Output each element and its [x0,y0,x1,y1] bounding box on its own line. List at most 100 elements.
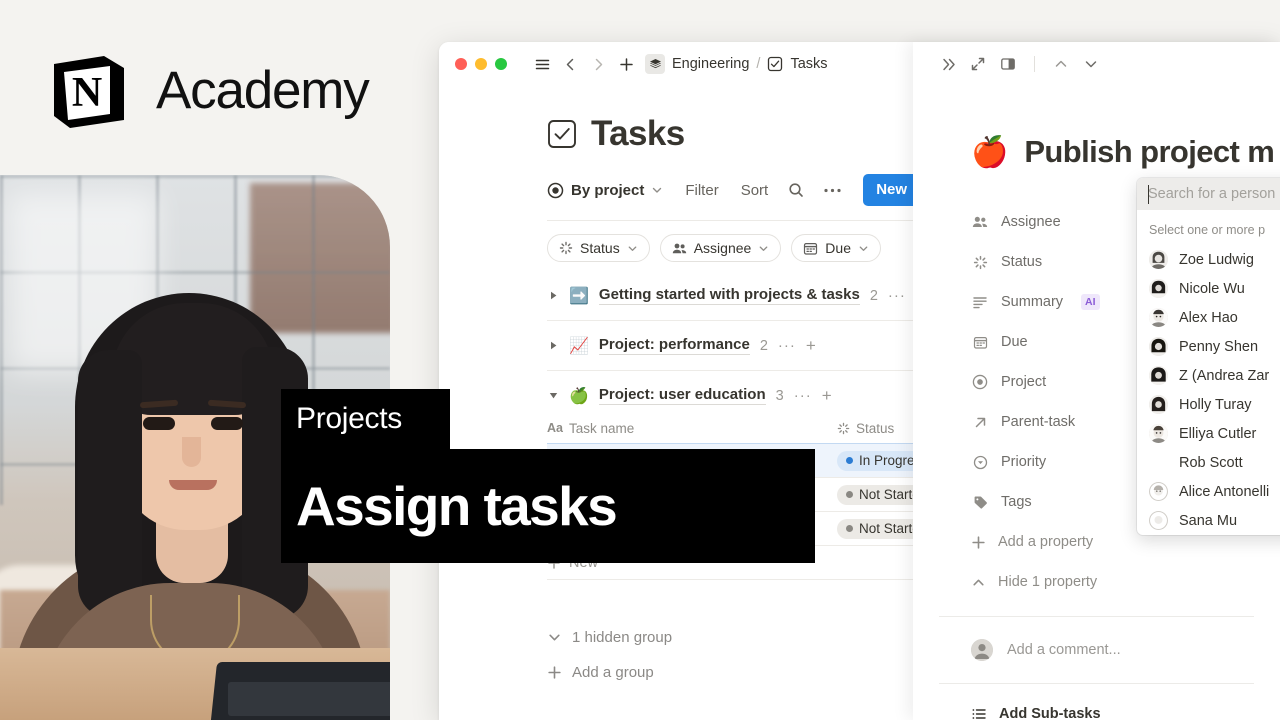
collapse-triangle-icon[interactable] [547,291,559,300]
traffic-lights[interactable] [455,58,507,70]
close-window-button[interactable] [455,58,467,70]
list-icon [971,706,987,720]
checkbox-icon [767,56,783,72]
chevron-down-icon [758,243,769,254]
property-label: Tags [1001,494,1032,510]
person-name: Alex Hao [1179,309,1238,326]
person-name: Elliya Cutler [1179,425,1257,442]
avatar [1149,279,1168,298]
add-group-label: Add a group [572,664,654,681]
side-peek-icon[interactable] [995,51,1021,77]
group-name[interactable]: Getting started with projects & tasks [598,286,860,305]
filter-chip-due[interactable]: Due [791,234,881,262]
plus-icon[interactable] [613,51,639,77]
detail-title-text[interactable]: Publish project m [1024,134,1275,170]
person-name: Alice Antonelli [1179,483,1270,500]
overlay-kicker-box: Projects [281,389,450,449]
status-spinner-icon [837,422,850,435]
add-subtasks-button[interactable]: Add Sub-tasks [913,684,1280,720]
person-option[interactable]: Holly Turay [1137,390,1280,419]
group-name[interactable]: Project: performance [598,336,750,355]
target-icon [547,182,564,199]
person-picker-popover: Search for a person Select one or more p… [1137,178,1280,535]
person-option[interactable]: Zoe Ludwig [1137,245,1280,274]
avatar-placeholder [1149,453,1168,472]
avatar [1149,511,1168,530]
screenshot-root: N Academy Engineering / Tasks Tasks By p… [0,0,1280,720]
column-header-status[interactable]: Status [837,421,894,436]
view-selector[interactable]: By project [547,182,663,199]
person-search-input[interactable]: Search for a person [1137,178,1280,210]
svg-text:N: N [72,70,102,116]
minimize-window-button[interactable] [475,58,487,70]
avatar [1149,395,1168,414]
detail-title: 🍎 Publish project m [913,86,1280,170]
group-name[interactable]: Project: user education [598,386,766,405]
brand-lockup: N Academy [42,44,370,136]
new-button[interactable]: New [863,174,920,206]
comment-placeholder: Add a comment... [1007,642,1121,658]
chevron-down-icon[interactable] [1078,51,1104,77]
group-more-icon[interactable]: ··· [888,287,906,304]
avatar [1149,337,1168,356]
group-count: 2 [869,287,878,304]
hide-property-button[interactable]: Hide 1 property [971,562,1280,602]
expand-right-icon[interactable] [935,51,961,77]
column-header-task-name[interactable]: Aa Task name [547,421,837,436]
property-label: Assignee [1001,214,1061,230]
group-emoji: ➡️ [569,287,589,305]
brand-name: Academy [156,60,370,120]
filter-chip-assignee-label: Assignee [693,240,752,256]
avatar [1149,482,1168,501]
comment-composer[interactable]: Add a comment... [913,617,1280,661]
group-add-icon[interactable]: + [806,336,816,356]
fullscreen-icon[interactable] [965,51,991,77]
group-more-icon[interactable]: ··· [778,337,796,354]
person-option[interactable]: Nicole Wu [1137,274,1280,303]
breadcrumb-page[interactable]: Tasks [790,56,827,72]
chevron-up-icon [971,575,986,590]
person-option[interactable]: Sana Mu [1137,506,1280,535]
person-search-placeholder: Search for a person [1148,186,1276,202]
zoom-window-button[interactable] [495,58,507,70]
person-option[interactable]: Alex Hao [1137,303,1280,332]
ellipsis-icon[interactable] [824,188,841,193]
expand-triangle-icon[interactable] [547,391,559,400]
back-arrow-icon[interactable] [557,51,583,77]
person-name: Penny Shen [1179,338,1259,355]
group-emoji: 🍏 [569,387,589,405]
page-title-text: Tasks [591,114,685,153]
group-count: 3 [775,387,784,404]
filter-chip-status[interactable]: Status [547,234,650,262]
apple-emoji-icon: 🍎 [971,135,1009,169]
add-subtasks-label: Add Sub-tasks [999,706,1101,720]
breadcrumb-workspace[interactable]: Engineering [672,56,749,72]
filter-button[interactable]: Filter [685,182,718,199]
add-property-label: Add a property [998,534,1094,550]
person-option[interactable]: Elliya Cutler [1137,419,1280,448]
group-more-icon[interactable]: ··· [794,387,812,404]
collapse-triangle-icon[interactable] [547,341,559,350]
sort-button[interactable]: Sort [741,182,769,199]
chevron-up-icon[interactable] [1048,51,1074,77]
filter-chip-assignee[interactable]: Assignee [659,234,782,262]
forward-arrow-icon[interactable] [585,51,611,77]
group-add-icon[interactable]: + [822,386,832,406]
status-spinner-icon [971,255,989,270]
people-icon [971,214,989,230]
search-icon[interactable] [788,182,804,198]
plus-icon [547,665,562,680]
sidebar-toggle-icon[interactable] [529,51,555,77]
property-label: Summary [1001,294,1064,310]
person-option[interactable]: Rob Scott [1137,448,1280,477]
person-option[interactable]: Penny Shen [1137,332,1280,361]
person-option[interactable]: Alice Antonelli [1137,477,1280,506]
chevron-down-icon [651,184,663,196]
ai-badge: AI [1081,294,1100,310]
property-label: Due [1001,334,1028,350]
person-name: Rob Scott [1179,454,1243,471]
group-count: 2 [759,337,768,354]
breadcrumb: Engineering / Tasks [645,54,828,74]
person-name: Holly Turay [1179,396,1252,413]
person-option[interactable]: Z (Andrea Zar [1137,361,1280,390]
